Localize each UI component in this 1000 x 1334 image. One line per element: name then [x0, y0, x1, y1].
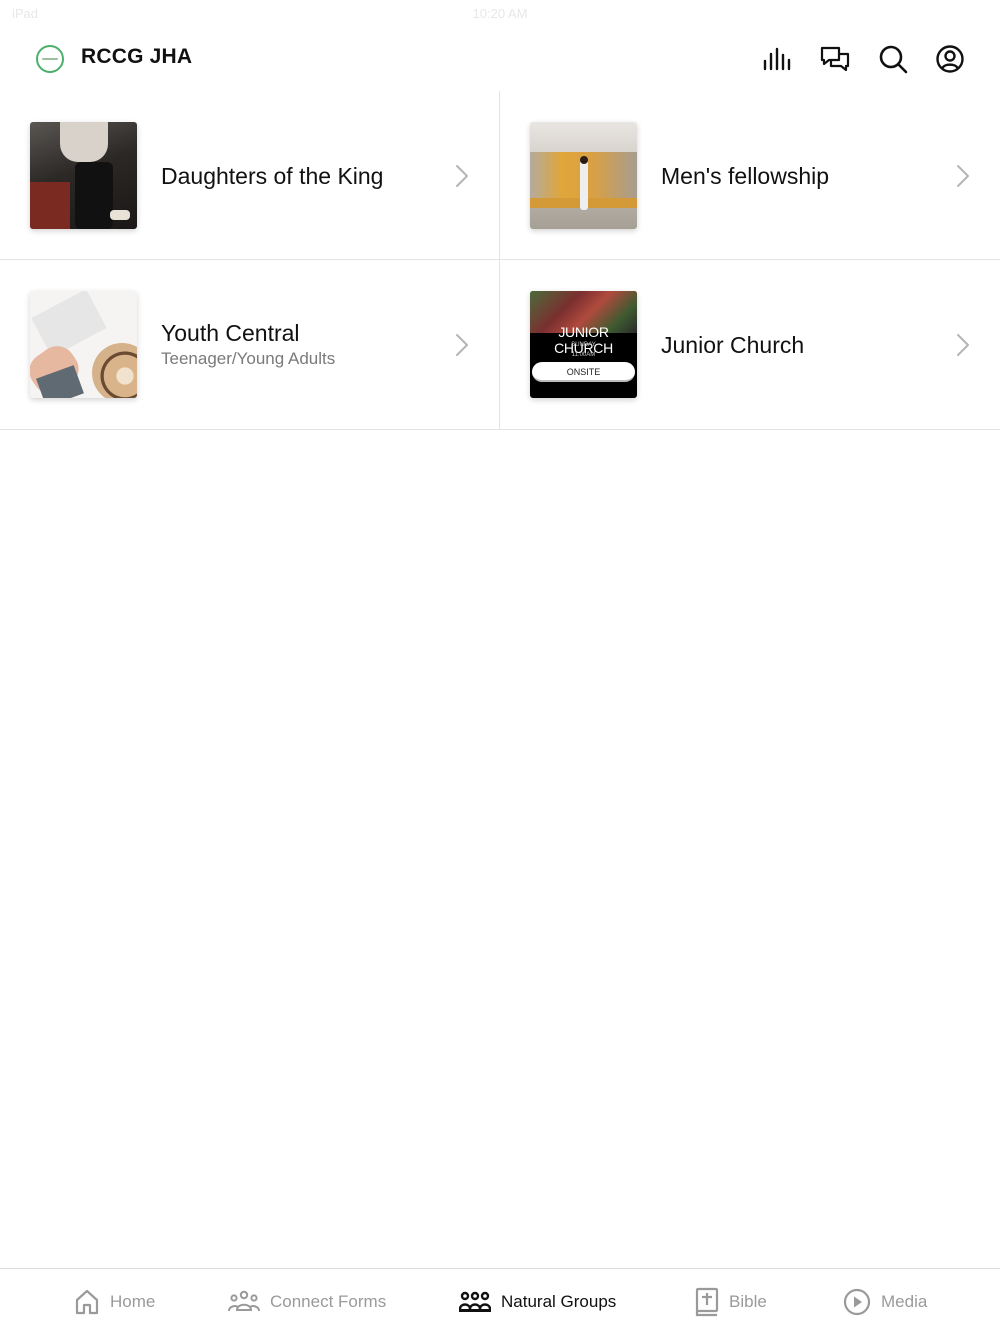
chevron-right-icon: [957, 334, 969, 356]
groups-grid: Daughters of the King Men's fellowship Y…: [0, 91, 1000, 430]
status-bar: iPad 10:20 AM: [0, 0, 1000, 28]
group-title: Junior Church: [661, 331, 805, 358]
bar-chart-icon[interactable]: [761, 42, 795, 76]
tab-bible[interactable]: Bible: [695, 1269, 767, 1334]
group-title: Youth Central: [161, 319, 300, 346]
group-thumbnail: [30, 122, 137, 229]
group-title: Men's fellowship: [661, 162, 830, 189]
group-tile-daughters-of-the-king[interactable]: Daughters of the King: [0, 91, 500, 260]
tab-label: Home: [110, 1292, 156, 1311]
group-thumbnail: JUNIOR CHURCH SUNDAY 11:00AM ONSITE: [530, 291, 637, 398]
tab-connect-forms[interactable]: Connect Forms: [228, 1269, 386, 1334]
groups-icon: [459, 1291, 491, 1312]
thumbnail-time: 11:00AM: [571, 352, 596, 358]
group-tile-mens-fellowship[interactable]: Men's fellowship: [500, 91, 1000, 260]
app-header: RCCG JHA: [0, 28, 1000, 90]
play-icon: [843, 1288, 871, 1316]
tab-home[interactable]: Home: [74, 1269, 155, 1334]
chevron-right-icon: [957, 165, 969, 187]
tab-natural-groups[interactable]: Natural Groups: [459, 1269, 616, 1334]
home-icon: [75, 1289, 99, 1315]
group-subtitle: Teenager/Young Adults: [161, 348, 336, 368]
group-thumbnail: [530, 122, 637, 229]
group-thumbnail: [30, 291, 137, 398]
chevron-right-icon: [456, 165, 468, 187]
bottom-tab-bar: Home Connect Forms Natural Groups Bible …: [0, 1268, 1000, 1334]
account-icon[interactable]: [933, 42, 967, 76]
church-logo[interactable]: [36, 45, 64, 73]
tab-label: Media: [881, 1292, 928, 1311]
tab-label: Bible: [729, 1292, 767, 1311]
chevron-right-icon: [456, 334, 468, 356]
thumbnail-day: SUNDAY: [571, 342, 596, 348]
app-title: RCCG JHA: [81, 45, 193, 68]
clock: 10:20 AM: [472, 6, 528, 21]
chat-icon[interactable]: [818, 42, 852, 76]
search-icon[interactable]: [876, 42, 910, 76]
tab-media[interactable]: Media: [843, 1269, 927, 1334]
people-icon: [228, 1290, 260, 1312]
group-tile-junior-church[interactable]: JUNIOR CHURCH SUNDAY 11:00AM ONSITE Juni…: [500, 260, 1000, 429]
thumbnail-badge: ONSITE: [532, 362, 635, 382]
tab-label: Connect Forms: [270, 1292, 387, 1311]
group-title: Daughters of the King: [161, 162, 384, 189]
bible-icon: [695, 1287, 719, 1317]
group-tile-youth-central[interactable]: Youth Central Teenager/Young Adults: [0, 260, 500, 429]
tab-label: Natural Groups: [501, 1292, 617, 1311]
